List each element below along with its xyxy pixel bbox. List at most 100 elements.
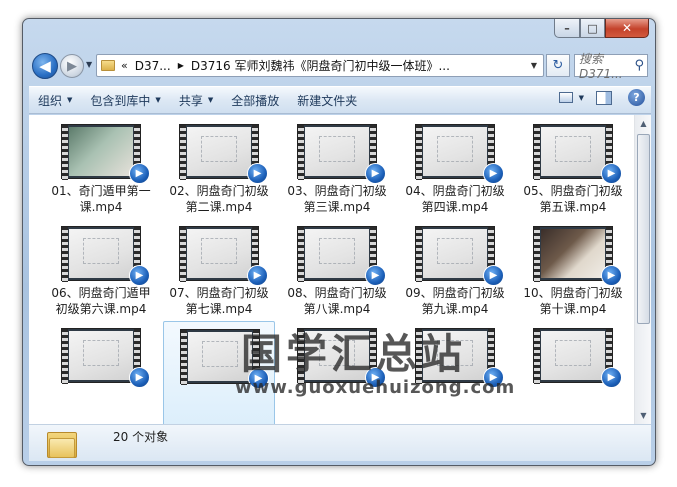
details-pane: 20 个对象	[29, 424, 651, 461]
file-item[interactable]: ▶ 08、阴盘奇门初级第八课.mp4	[281, 219, 393, 329]
film-strip-left	[62, 329, 68, 384]
media-player-icon: ▶	[483, 265, 504, 286]
media-player-icon: ▶	[601, 163, 622, 184]
preview-pane-icon[interactable]	[596, 90, 612, 105]
media-player-icon: ▶	[601, 367, 622, 388]
folder-front-shape	[49, 438, 75, 458]
thumbnail-frame	[305, 127, 369, 176]
media-player-icon: ▶	[129, 367, 150, 388]
media-player-icon: ▶	[365, 265, 386, 286]
file-name: 03、阴盘奇门初级第三课.mp4	[287, 184, 387, 214]
refresh-button[interactable]: ↻	[546, 54, 570, 77]
file-item[interactable]: ▶	[517, 321, 629, 424]
file-item[interactable]: ▶ 09、阴盘奇门初级第九课.mp4	[399, 219, 511, 329]
whiteboard-writing	[201, 136, 237, 162]
vertical-scrollbar[interactable]: ▲ ▼	[634, 115, 651, 424]
film-strip-left	[298, 125, 304, 180]
whiteboard-writing	[83, 238, 119, 264]
chevron-down-icon: ▼	[207, 96, 214, 104]
file-item[interactable]: ▶ 05、阴盘奇门初级第五课.mp4	[517, 117, 629, 227]
include-in-library-label: 包含到库中	[90, 93, 151, 108]
file-name: 01、奇门遁甲第一课.mp4	[51, 184, 151, 214]
thumbnail-frame	[69, 127, 133, 176]
file-name: 02、阴盘奇门初级第二课.mp4	[169, 184, 269, 214]
file-name: 04、阴盘奇门初级第四课.mp4	[405, 184, 505, 214]
breadcrumb-overflow[interactable]: «	[121, 59, 128, 72]
whiteboard-writing	[83, 340, 119, 366]
file-name: 09、阴盘奇门初级第九课.mp4	[405, 286, 505, 316]
file-name: 06、阴盘奇门遁甲初级第六课.mp4	[51, 286, 151, 316]
thumbnail-frame	[69, 331, 133, 380]
file-list: ▶ 01、奇门遁甲第一课.mp4 ▶ 02、阴盘奇门初级第二课.mp4 ▶ 03、阴盘奇门…	[29, 115, 651, 424]
file-item[interactable]: ▶ 06、阴盘奇门遁甲初级第六课.mp4	[45, 219, 157, 329]
file-item[interactable]: ▶ 01、奇门遁甲第一课.mp4	[45, 117, 157, 227]
caption-buttons: – □ ✕	[554, 19, 649, 38]
watermark-text: 国学汇总站	[241, 330, 466, 378]
share-menu[interactable]: 共享 ▼	[170, 88, 222, 112]
refresh-icon: ↻	[552, 58, 564, 73]
change-view-icon[interactable]	[558, 92, 573, 103]
include-in-library-menu[interactable]: 包含到库中 ▼	[81, 88, 169, 112]
media-player-icon: ▶	[601, 265, 622, 286]
film-strip-left	[298, 227, 304, 282]
file-item[interactable]: ▶ 02、阴盘奇门初级第二课.mp4	[163, 117, 275, 227]
search-input[interactable]: 搜索 D371... ⚲	[574, 52, 648, 81]
navigation-bar: ◀ ▶ ▼ « D37... ▶ D3716 军师刘魏祎《阴盘奇门初中级一体班》…	[29, 51, 651, 81]
thumbnail-frame	[187, 229, 251, 278]
file-item[interactable]: ▶ 10、阴盘奇门初级第十课.mp4	[517, 219, 629, 329]
media-player-icon: ▶	[365, 163, 386, 184]
chevron-down-icon: ▼	[155, 96, 161, 104]
file-name: 10、阴盘奇门初级第十课.mp4	[523, 286, 623, 316]
organize-label: 组织	[38, 93, 63, 108]
film-strip-left	[416, 227, 422, 282]
address-dropdown-icon[interactable]: ▼	[531, 61, 537, 70]
view-options-chevron-icon[interactable]: ▼	[579, 94, 584, 102]
search-icon[interactable]: ⚲	[634, 58, 644, 73]
whiteboard-writing	[437, 238, 473, 264]
breadcrumb-separator-icon[interactable]: ▶	[178, 61, 184, 70]
minimize-button[interactable]: –	[554, 19, 580, 38]
media-player-icon: ▶	[129, 163, 150, 184]
organize-menu[interactable]: 组织 ▼	[29, 88, 81, 112]
chevron-down-icon: ▼	[67, 96, 73, 104]
file-item[interactable]: ▶ 04、阴盘奇门初级第四课.mp4	[399, 117, 511, 227]
film-strip-left	[534, 125, 540, 180]
breadcrumb-item[interactable]: D37...	[135, 59, 171, 73]
scroll-down-icon[interactable]: ▼	[635, 407, 651, 424]
thumbnail-frame	[541, 229, 605, 278]
address-bar[interactable]: « D37... ▶ D3716 军师刘魏祎《阴盘奇门初中级一体班》... ▼	[96, 54, 544, 77]
new-folder-label: 新建文件夹	[297, 93, 358, 108]
media-player-icon: ▶	[247, 163, 268, 184]
recent-pages-button[interactable]: ▼	[86, 60, 92, 69]
whiteboard-writing	[555, 136, 591, 162]
breadcrumb-item-current[interactable]: D3716 军师刘魏祎《阴盘奇门初中级一体班》...	[191, 57, 450, 74]
thumbnail-frame	[541, 127, 605, 176]
film-strip-left	[180, 227, 186, 282]
close-button[interactable]: ✕	[605, 19, 649, 38]
thumbnail-frame	[541, 331, 605, 380]
whiteboard-writing	[437, 136, 473, 162]
scroll-up-icon[interactable]: ▲	[635, 115, 651, 132]
thumbnail-frame	[423, 127, 487, 176]
file-item[interactable]: ▶ 03、阴盘奇门初级第三课.mp4	[281, 117, 393, 227]
file-item[interactable]: ▶ 07、阴盘奇门初级第七课.mp4	[163, 219, 275, 329]
back-button[interactable]: ◀	[32, 53, 58, 79]
media-player-icon: ▶	[247, 265, 268, 286]
forward-button[interactable]: ▶	[60, 54, 84, 78]
new-folder-button[interactable]: 新建文件夹	[288, 88, 366, 112]
whiteboard-writing	[202, 341, 238, 367]
help-icon[interactable]: ?	[628, 89, 645, 106]
file-name: 05、阴盘奇门初级第五课.mp4	[523, 184, 623, 214]
folder-icon	[101, 60, 115, 71]
play-all-label: 全部播放	[231, 93, 280, 108]
film-strip-left	[416, 125, 422, 180]
file-name: 07、阴盘奇门初级第七课.mp4	[169, 286, 269, 316]
scrollbar-thumb[interactable]	[637, 134, 650, 324]
file-item[interactable]: ▶	[45, 321, 157, 424]
toolbar-right: ▼ ?	[558, 89, 651, 106]
maximize-button[interactable]: □	[580, 19, 605, 38]
whiteboard-writing	[319, 238, 355, 264]
film-strip-left	[180, 125, 186, 180]
whiteboard-writing	[319, 136, 355, 162]
play-all-button[interactable]: 全部播放	[222, 88, 288, 112]
